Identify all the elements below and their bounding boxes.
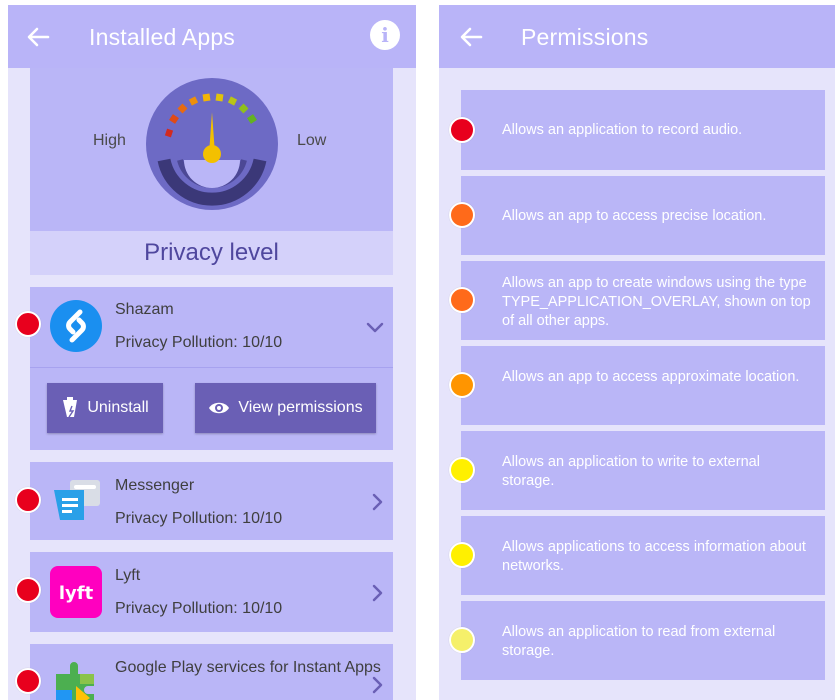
- permissions-screen: Permissions Allows an application to rec…: [439, 5, 835, 700]
- arrow-left-icon[interactable]: [22, 21, 54, 53]
- permission-item[interactable]: Allows an application to read from exter…: [461, 601, 825, 680]
- status-dot: [15, 577, 41, 603]
- arrow-left-icon[interactable]: [455, 21, 487, 53]
- app-card-messenger[interactable]: Messenger Privacy Pollution: 10/10: [30, 462, 393, 540]
- chevron-right-icon[interactable]: [367, 492, 387, 512]
- severity-dot: [449, 202, 475, 228]
- permission-item[interactable]: Allows applications to access informatio…: [461, 516, 825, 595]
- app-name: Shazam: [115, 301, 174, 318]
- messenger-app-icon: [54, 480, 100, 520]
- permission-description: Allows an app to create windows using th…: [502, 275, 811, 329]
- eye-icon: [209, 402, 230, 414]
- app-card-google-play-instant[interactable]: Google Play services for Instant Apps: [30, 644, 393, 700]
- status-dot: [15, 668, 41, 694]
- app-bar: Permissions: [439, 5, 835, 68]
- lyft-app-icon: lyft: [50, 566, 102, 618]
- view-permissions-button[interactable]: View permissions: [195, 383, 376, 433]
- permission-item[interactable]: Allows an application to record audio.: [461, 90, 825, 170]
- status-dot: [15, 487, 41, 513]
- uninstall-label: Uninstall: [87, 399, 149, 416]
- app-privacy-pollution: Privacy Pollution: 10/10: [115, 510, 283, 527]
- installed-apps-screen: Installed Apps i High Low Privacy level …: [8, 5, 416, 700]
- trash-icon: [63, 397, 78, 418]
- shazam-app-icon: [50, 300, 102, 352]
- privacy-level-label: Privacy level: [144, 239, 279, 266]
- svg-text:lyft: lyft: [59, 583, 94, 604]
- app-card-shazam[interactable]: Shazam Privacy Pollution: 10/10 Uninstal…: [30, 287, 393, 450]
- app-name: Lyft: [115, 567, 141, 584]
- chevron-down-icon[interactable]: [365, 317, 385, 337]
- speedometer-icon: [146, 78, 278, 210]
- page-title: Permissions: [521, 24, 649, 50]
- permission-description: Allows an application to record audio.: [502, 122, 743, 138]
- gauge-low-label: Low: [297, 132, 327, 149]
- privacy-level-banner: Privacy level: [30, 231, 393, 275]
- app-privacy-pollution: Privacy Pollution: 10/10: [115, 334, 283, 351]
- app-card-lyft[interactable]: lyft Lyft Privacy Pollution: 10/10: [30, 552, 393, 632]
- app-bar: Installed Apps i: [8, 5, 416, 68]
- divider: [30, 367, 393, 368]
- severity-dot: [449, 457, 475, 483]
- severity-dot: [449, 117, 475, 143]
- severity-dot: [449, 542, 475, 568]
- permission-item[interactable]: Allows an application to write to extern…: [461, 431, 825, 510]
- severity-dot: [449, 372, 475, 398]
- app-privacy-pollution: Privacy Pollution: 10/10: [115, 600, 283, 617]
- uninstall-button[interactable]: Uninstall: [47, 383, 163, 433]
- view-permissions-label: View permissions: [238, 399, 363, 416]
- google-play-services-icon: [56, 662, 94, 700]
- permission-item[interactable]: Allows an app to access approximate loca…: [461, 346, 825, 425]
- permission-description: Allows applications to access informatio…: [502, 539, 806, 574]
- chevron-right-icon[interactable]: [367, 675, 387, 695]
- gauge-high-label: High: [93, 132, 126, 149]
- chevron-right-icon[interactable]: [367, 583, 387, 603]
- permission-description: Allows an application to write to extern…: [502, 454, 760, 489]
- privacy-gauge-card: High Low: [30, 68, 393, 231]
- permission-description: Allows an application to read from exter…: [502, 624, 776, 659]
- severity-dot: [449, 287, 475, 313]
- severity-dot: [449, 627, 475, 653]
- app-name: Google Play services for Instant Apps: [115, 659, 381, 676]
- page-title: Installed Apps: [89, 24, 236, 50]
- permission-item[interactable]: Allows an app to access precise location…: [461, 176, 825, 255]
- permission-description: Allows an app to access approximate loca…: [502, 369, 800, 385]
- status-dot: [15, 311, 41, 337]
- permission-description: Allows an app to access precise location…: [502, 208, 767, 224]
- app-name: Messenger: [115, 477, 195, 494]
- permission-item[interactable]: Allows an app to create windows using th…: [461, 261, 825, 340]
- info-icon[interactable]: i: [370, 20, 400, 50]
